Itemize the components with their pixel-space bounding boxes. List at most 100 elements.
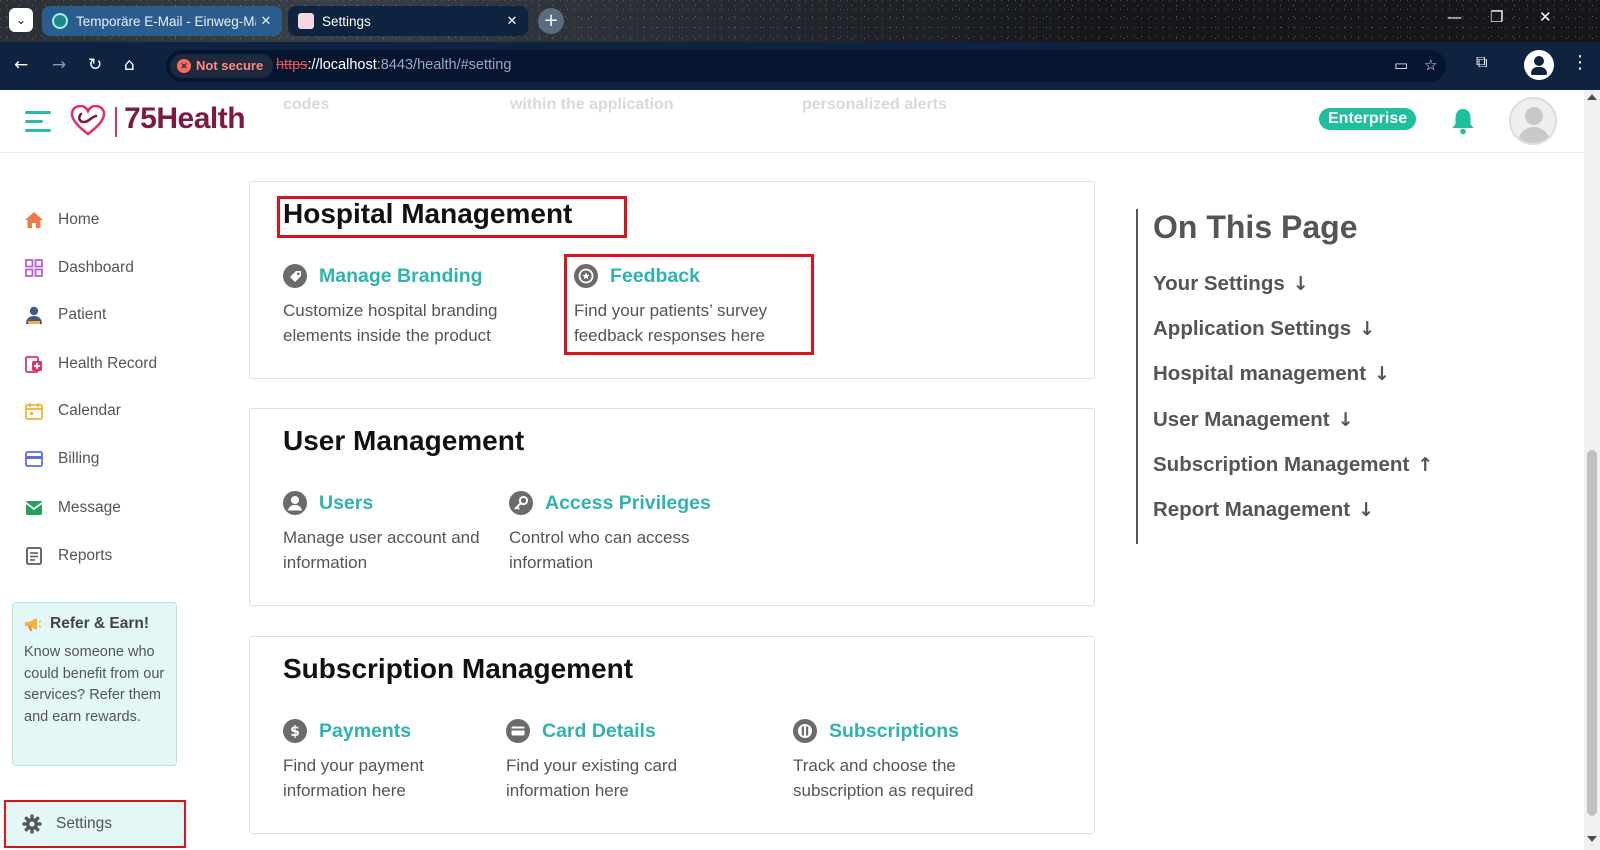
card-icon bbox=[506, 719, 530, 743]
hospital-management-card: Hospital Management Manage Branding Cust… bbox=[249, 181, 1095, 379]
subscription-icon bbox=[793, 719, 817, 743]
toc-link-report-management[interactable]: Report Management ↓ bbox=[1153, 498, 1374, 522]
dashboard-icon bbox=[25, 259, 43, 277]
sidebar-item-patient[interactable]: Patient bbox=[0, 295, 195, 335]
on-this-page-nav: On This Page Your Settings ↓ Application … bbox=[1136, 209, 1496, 544]
brand-name[interactable]: 75Health bbox=[124, 102, 246, 136]
manage-branding-option[interactable]: Manage Branding Customize hospital brand… bbox=[283, 263, 543, 348]
refer-earn-card[interactable]: Refer & Earn! Know someone who could ben… bbox=[12, 602, 177, 766]
tab-search-button[interactable]: ⌄ bbox=[9, 8, 33, 32]
tab-settings[interactable]: Settings ✕ bbox=[288, 6, 528, 36]
arrow-down-icon: ↓ bbox=[1292, 273, 1309, 295]
health-record-icon bbox=[25, 356, 42, 373]
refer-title: Refer & Earn! bbox=[24, 615, 166, 633]
sidebar-item-calendar[interactable]: Calendar bbox=[0, 391, 195, 431]
option-label[interactable]: Users bbox=[319, 492, 373, 515]
option-description: Find your payment information here bbox=[283, 756, 424, 800]
plan-badge: Enterprise bbox=[1319, 108, 1417, 130]
billing-icon bbox=[25, 451, 43, 467]
sidebar-item-billing[interactable]: Billing bbox=[0, 439, 195, 479]
hamburger-menu-icon[interactable] bbox=[25, 111, 51, 133]
sidebar-item-label: Calendar bbox=[58, 402, 121, 419]
option-description: Customize hospital branding elements ins… bbox=[283, 301, 498, 345]
access-privileges-option[interactable]: Access Privileges Control who can access… bbox=[509, 490, 749, 575]
close-tab-icon[interactable]: ✕ bbox=[256, 13, 276, 29]
feedback-option[interactable]: Feedback Find your patients’ survey feed… bbox=[574, 263, 810, 348]
browser-menu-icon[interactable]: ⋮ bbox=[1571, 52, 1589, 73]
option-label[interactable]: Access Privileges bbox=[545, 492, 711, 515]
tab-title: Settings bbox=[322, 13, 371, 29]
svg-text:$: $ bbox=[290, 724, 300, 740]
browser-toolbar: ← → ↻ ⌂ Not secure https://localhost:844… bbox=[0, 42, 1600, 90]
avatar[interactable] bbox=[1509, 97, 1557, 145]
arrow-down-icon: ↓ bbox=[1358, 499, 1374, 521]
tab-temp-email[interactable]: Temporäre E-Mail - Einweg-Ma ✕ bbox=[42, 6, 282, 36]
users-option[interactable]: Users Manage user account and informatio… bbox=[283, 490, 543, 575]
browser-tab-bar: ⌄ Temporäre E-Mail - Einweg-Ma ✕ Setting… bbox=[0, 0, 1600, 42]
scroll-up-icon[interactable] bbox=[1587, 94, 1597, 100]
heart-favicon-icon bbox=[298, 13, 314, 29]
option-label[interactable]: Feedback bbox=[610, 265, 700, 288]
sidebar-item-settings[interactable]: Settings bbox=[4, 800, 186, 848]
reports-icon bbox=[26, 547, 42, 565]
arrow-down-icon: ↓ bbox=[1374, 363, 1390, 385]
toc-link-your-settings[interactable]: Your Settings ↓ bbox=[1153, 272, 1309, 296]
patient-icon bbox=[26, 306, 42, 324]
sidebar-item-message[interactable]: Message bbox=[0, 488, 195, 528]
heart-logo-icon bbox=[70, 105, 106, 136]
toc-link-hospital-management[interactable]: Hospital management ↓ bbox=[1153, 362, 1390, 386]
sidebar-item-reports[interactable]: Reports bbox=[0, 536, 195, 576]
dollar-icon: $ bbox=[283, 719, 307, 743]
close-window-button[interactable]: ✕ bbox=[1539, 8, 1552, 26]
option-description: Track and choose the subscription as req… bbox=[793, 756, 974, 800]
key-icon bbox=[509, 491, 533, 515]
user-icon bbox=[283, 491, 307, 515]
payments-option[interactable]: $ Payments Find your payment information… bbox=[283, 718, 483, 803]
message-icon bbox=[25, 501, 43, 515]
option-label[interactable]: Card Details bbox=[542, 720, 656, 743]
extensions-icon[interactable]: ⧉ bbox=[1476, 52, 1487, 72]
bookmark-star-icon[interactable]: ☆ bbox=[1424, 56, 1437, 74]
gear-icon bbox=[22, 814, 42, 834]
home-browser-icon[interactable]: ⌂ bbox=[124, 55, 135, 75]
toc-link-application-settings[interactable]: Application Settings ↓ bbox=[1153, 317, 1375, 341]
scrollbar-thumb[interactable] bbox=[1587, 450, 1597, 816]
tab-title: Temporäre E-Mail - Einweg-Ma bbox=[76, 13, 256, 29]
url-text[interactable]: https://localhost:8443/health/#setting bbox=[276, 57, 511, 73]
sidebar-item-dashboard[interactable]: Dashboard bbox=[0, 248, 195, 288]
card-payment-icon[interactable]: ▭ bbox=[1394, 56, 1408, 74]
forward-icon[interactable]: → bbox=[52, 55, 66, 75]
sidebar-item-health-record[interactable]: Health Record bbox=[0, 344, 195, 384]
toc-link-subscription-management[interactable]: Subscription Management ↑ bbox=[1153, 453, 1433, 477]
home-icon bbox=[25, 212, 43, 228]
scrolled-text: codes bbox=[283, 96, 330, 113]
reload-icon[interactable]: ↻ bbox=[88, 55, 102, 75]
sidebar-item-label: Health Record bbox=[58, 355, 158, 372]
back-icon[interactable]: ← bbox=[14, 55, 28, 75]
subscriptions-option[interactable]: Subscriptions Track and choose the subsc… bbox=[793, 718, 1033, 803]
sidebar-item-home[interactable]: Home bbox=[0, 200, 195, 240]
refer-description: Know someone who could benefit from our … bbox=[24, 644, 165, 725]
option-description: Control who can access information bbox=[509, 528, 690, 572]
toc-link-user-management[interactable]: User Management ↓ bbox=[1153, 408, 1354, 432]
page-scrollbar[interactable] bbox=[1584, 90, 1600, 850]
option-label[interactable]: Payments bbox=[319, 720, 411, 743]
arrow-up-icon: ↑ bbox=[1417, 454, 1434, 476]
scroll-down-icon[interactable] bbox=[1587, 836, 1597, 842]
minimize-button[interactable]: — bbox=[1447, 8, 1462, 26]
not-secure-badge[interactable]: Not secure bbox=[170, 54, 274, 78]
address-bar[interactable]: Not secure https://localhost:8443/health… bbox=[166, 50, 1446, 82]
sidebar-item-label: Billing bbox=[58, 450, 100, 467]
close-tab-icon[interactable]: ✕ bbox=[502, 13, 522, 29]
new-tab-button[interactable]: + bbox=[538, 8, 564, 34]
app-header: codes within the application personalize… bbox=[0, 90, 1584, 153]
browser-profile-icon[interactable] bbox=[1524, 50, 1554, 80]
card-details-option[interactable]: Card Details Find your existing card inf… bbox=[506, 718, 746, 803]
calendar-icon bbox=[25, 403, 43, 420]
option-label[interactable]: Subscriptions bbox=[829, 720, 959, 743]
sidebar-item-label: Message bbox=[58, 499, 121, 516]
option-label[interactable]: Manage Branding bbox=[319, 265, 483, 288]
restore-button[interactable]: ❐ bbox=[1490, 8, 1503, 26]
bell-icon[interactable] bbox=[1451, 107, 1475, 135]
arrow-down-icon: ↓ bbox=[1359, 318, 1376, 340]
